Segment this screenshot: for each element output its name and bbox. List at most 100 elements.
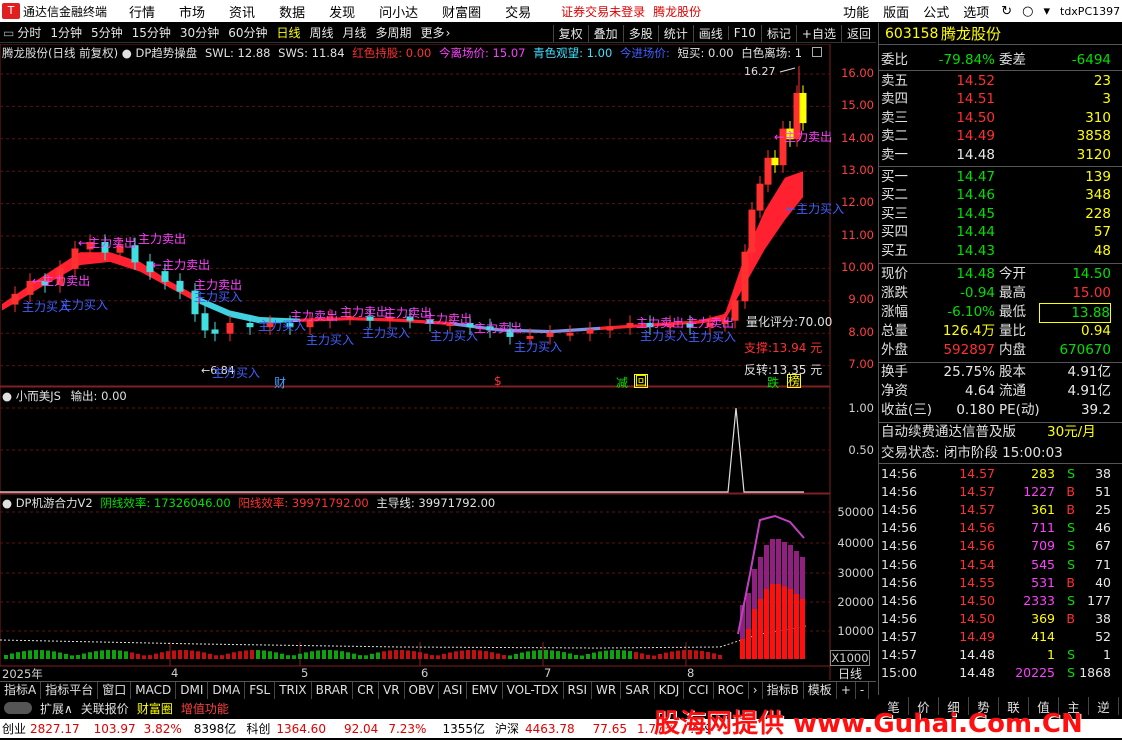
- mark-button[interactable]: 标记: [760, 24, 796, 42]
- tab-roc[interactable]: ROC: [714, 682, 749, 699]
- level-price: 14.44: [956, 224, 995, 241]
- event-marker-drop[interactable]: 跌: [767, 374, 779, 391]
- tab-add-button[interactable]: +: [837, 682, 856, 699]
- login-warning[interactable]: 证券交易未登录: [561, 3, 645, 20]
- value-added-button[interactable]: 增值功能: [177, 700, 233, 717]
- tab-sar[interactable]: SAR: [621, 682, 655, 699]
- menu-news[interactable]: 资讯: [229, 2, 255, 21]
- tab-remove-button[interactable]: -: [856, 682, 870, 699]
- menu-discover[interactable]: 发现: [329, 2, 355, 21]
- stats-button[interactable]: 统计: [657, 24, 693, 42]
- tab-scroll-icon[interactable]: ›: [749, 682, 763, 699]
- tab-trix[interactable]: TRIX: [275, 682, 312, 699]
- ad-price[interactable]: 30元/月: [1047, 423, 1096, 441]
- toggle-switch-icon[interactable]: [4, 702, 32, 714]
- menu-data[interactable]: 数据: [279, 2, 305, 21]
- event-marker-buyback[interactable]: 回: [634, 374, 649, 388]
- period-60min[interactable]: 60分钟: [228, 24, 267, 41]
- wealth-circle-button[interactable]: 财富圈: [133, 700, 177, 717]
- tick-list[interactable]: 14:56 14.57 283 S 38 14:56 14.57 1227 B 51 14:56 14…: [879, 465, 1122, 685]
- pane2-ytick: 0.50: [848, 443, 874, 457]
- period-1min[interactable]: 1分钟: [50, 24, 82, 41]
- menu-layout[interactable]: 版面: [883, 2, 909, 21]
- pane2-ytick: 1.00: [848, 401, 874, 415]
- menu-ask[interactable]: 问小达: [379, 2, 418, 21]
- period-5min[interactable]: 5分钟: [91, 24, 123, 41]
- menu-wealth[interactable]: 财富圈: [442, 2, 481, 21]
- index-chinext-label[interactable]: 创业: [2, 720, 26, 737]
- period-more[interactable]: 更多: [421, 24, 445, 41]
- tab-window[interactable]: 窗口: [98, 682, 132, 699]
- tab-emv[interactable]: EMV: [467, 682, 503, 699]
- tab-macd[interactable]: MACD: [131, 682, 177, 699]
- indicator-dropdown-icon[interactable]: ●: [122, 46, 132, 60]
- tab-indicator-a[interactable]: 指标A: [0, 682, 42, 699]
- tab-cr[interactable]: CR: [353, 682, 379, 699]
- period-daily[interactable]: 日线: [276, 24, 300, 41]
- pane1-indicator[interactable]: DP趋势操盘: [136, 46, 198, 60]
- pane1-maximize-icon[interactable]: [812, 47, 822, 57]
- related-quotes-button[interactable]: 关联报价: [77, 700, 133, 717]
- menu-market-quotes[interactable]: 行情: [129, 2, 155, 21]
- tab-template[interactable]: 模板: [804, 682, 837, 699]
- event-marker-reduce[interactable]: 减: [616, 374, 628, 391]
- menu-function[interactable]: 功能: [843, 2, 869, 21]
- xaxis-period[interactable]: 日线: [838, 665, 862, 682]
- chart-area[interactable]: 腾龙股份(日线 前复权) ● DP趋势操盘 SWL: 12.88 SWS: 11…: [0, 44, 876, 682]
- tab-fsl[interactable]: FSL: [245, 682, 276, 699]
- tab-dma[interactable]: DMA: [208, 682, 246, 699]
- period-weekly[interactable]: 周线: [310, 24, 334, 41]
- index-hs-label[interactable]: 沪深: [495, 720, 519, 737]
- period-more-arrow-icon[interactable]: ›: [446, 26, 451, 40]
- tick-price: 14.56: [959, 520, 995, 536]
- pane2-dropdown-icon[interactable]: ●: [2, 389, 12, 403]
- tab-brar[interactable]: BRAR: [312, 682, 354, 699]
- quote-tab[interactable]: 逆: [1089, 697, 1119, 715]
- back-button[interactable]: 返回: [840, 24, 876, 42]
- period-intraday[interactable]: 分时: [17, 24, 41, 41]
- menu-formula[interactable]: 公式: [923, 2, 949, 21]
- tab-rsi[interactable]: RSI: [564, 682, 593, 699]
- index-star-label[interactable]: 科创: [246, 720, 270, 737]
- event-marker-finance[interactable]: 财: [274, 374, 286, 391]
- period-15min[interactable]: 15分钟: [132, 24, 171, 41]
- f10-button[interactable]: F10: [727, 26, 761, 40]
- multi-stock-button[interactable]: 多股: [622, 24, 658, 42]
- tab-vr[interactable]: VR: [379, 682, 405, 699]
- tab-cci[interactable]: CCI: [684, 682, 714, 699]
- draw-button[interactable]: 画线: [692, 24, 728, 42]
- tab-asi[interactable]: ASI: [439, 682, 468, 699]
- pane3-title[interactable]: DP机游合力V2: [16, 496, 93, 510]
- overlay-button[interactable]: 叠加: [587, 24, 623, 42]
- adjust-button[interactable]: 复权: [552, 24, 588, 42]
- tick-price: 14.54: [959, 556, 995, 572]
- period-monthly[interactable]: 月线: [343, 24, 367, 41]
- tab-vol-tdx[interactable]: VOL-TDX: [503, 682, 564, 699]
- ad-text[interactable]: 自动续费通达信普及版: [881, 423, 1016, 441]
- add-watchlist-button[interactable]: +自选: [795, 24, 841, 42]
- user-icon[interactable]: ○: [1022, 4, 1033, 19]
- tab-dmi[interactable]: DMI: [176, 682, 209, 699]
- tab-kdj[interactable]: KDJ: [655, 682, 685, 699]
- period-multi[interactable]: 多周期: [376, 24, 412, 41]
- tab-indicator-platform[interactable]: 指标平台: [41, 682, 99, 699]
- event-marker-dollar[interactable]: $: [494, 374, 502, 388]
- pane2-header: ● 小而美JS 输出: 0.00: [2, 388, 127, 404]
- tab-obv[interactable]: OBV: [405, 682, 440, 699]
- refresh-icon[interactable]: ↻: [1001, 4, 1012, 19]
- stat-value: 670670: [1059, 342, 1111, 358]
- pane2-title[interactable]: 小而美JS: [16, 389, 61, 403]
- menu-options[interactable]: 选项: [963, 2, 989, 21]
- period-30min[interactable]: 30分钟: [180, 24, 219, 41]
- settings-icon[interactable]: ▾: [1043, 4, 1050, 19]
- swl-value: SWL: 12.88: [204, 46, 271, 60]
- pane3-dropdown-icon[interactable]: ●: [2, 496, 12, 510]
- extend-button[interactable]: 扩展∧: [36, 700, 77, 717]
- tick-volume: 1227: [1023, 484, 1055, 500]
- menu-market[interactable]: 市场: [179, 2, 205, 21]
- tab-wr[interactable]: WR: [592, 682, 622, 699]
- tab-indicator-b[interactable]: 指标B: [763, 682, 804, 699]
- menu-trade[interactable]: 交易: [505, 2, 531, 21]
- ad-row[interactable]: 自动续费通达信普及版 30元/月: [879, 423, 1122, 441]
- event-marker-rank[interactable]: 榜: [787, 374, 802, 388]
